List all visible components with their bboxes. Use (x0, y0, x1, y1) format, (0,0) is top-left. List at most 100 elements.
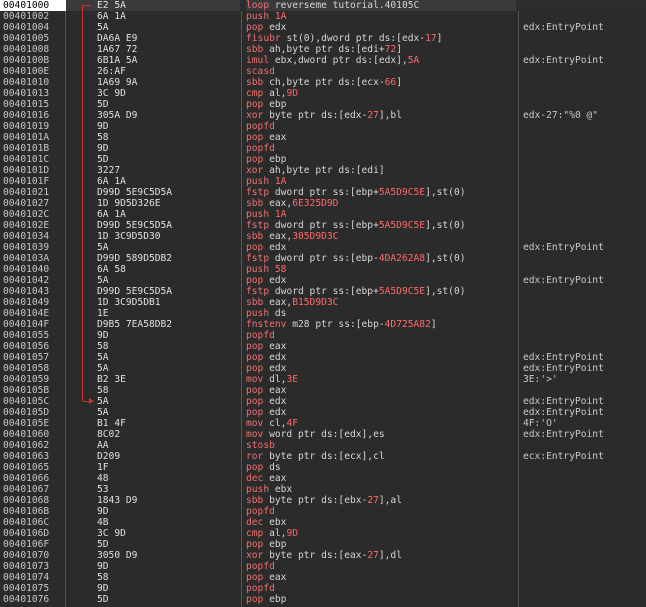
instruction-address[interactable]: 00401005 (0, 33, 66, 44)
instruction-disassembly[interactable]: popfd (246, 561, 516, 572)
instruction-comment[interactable]: edx:EntryPoint (523, 363, 646, 374)
instruction-address[interactable]: 00401067 (0, 484, 66, 495)
instruction-comment[interactable]: edx:EntryPoint (523, 429, 646, 440)
instruction-row[interactable]: 00401057 5A pop edx edx:EntryPoint (0, 352, 646, 363)
instruction-address[interactable]: 00401000 (0, 0, 66, 11)
instruction-disassembly[interactable]: sbb ch,byte ptr ds:[ecx-66] (246, 77, 516, 88)
instruction-disassembly[interactable]: fstp dword ptr ss:[ebp+5A5D9C5E],st(0) (246, 286, 516, 297)
instruction-bytes[interactable]: D99D 5E9C5D5A (66, 187, 240, 198)
instruction-address[interactable]: 00401066 (0, 473, 66, 484)
instruction-disassembly[interactable]: pop ebp (246, 539, 516, 550)
instruction-row[interactable]: 00401056 58 pop eax (0, 341, 646, 352)
instruction-comment[interactable]: 3E:'>' (523, 374, 646, 385)
instruction-disassembly[interactable]: push ds (246, 308, 516, 319)
instruction-address[interactable]: 00401060 (0, 429, 66, 440)
instruction-disassembly[interactable]: xor byte ptr ds:[eax-27],dl (246, 550, 516, 561)
instruction-bytes[interactable]: 9D (66, 330, 240, 341)
instruction-row[interactable]: 00401055 9D popfd (0, 330, 646, 341)
instruction-comment[interactable]: edx:EntryPoint (523, 352, 646, 363)
instruction-comment[interactable]: edx:EntryPoint (523, 242, 646, 253)
instruction-row[interactable]: 00401002 6A 1A push 1A (0, 11, 646, 22)
instruction-address[interactable]: 00401034 (0, 231, 66, 242)
instruction-row[interactable]: 00401034 1D 3C9D5D30 sbb eax,305D9D3C (0, 231, 646, 242)
instruction-address[interactable]: 0040104E (0, 308, 66, 319)
instruction-address[interactable]: 0040102C (0, 209, 66, 220)
instruction-bytes[interactable]: 9D (66, 506, 240, 517)
instruction-disassembly[interactable]: pop eax (246, 341, 516, 352)
instruction-row[interactable]: 00401059 B2 3E mov dl,3E 3E:'>' (0, 374, 646, 385)
instruction-row[interactable]: 0040105D 5A pop edx edx:EntryPoint (0, 407, 646, 418)
instruction-address[interactable]: 0040106F (0, 539, 66, 550)
instruction-address[interactable]: 00401040 (0, 264, 66, 275)
instruction-address[interactable]: 00401055 (0, 330, 66, 341)
instruction-disassembly[interactable]: pop eax (246, 132, 516, 143)
instruction-address[interactable]: 00401010 (0, 77, 66, 88)
instruction-address[interactable]: 0040100B (0, 55, 66, 66)
instruction-row[interactable]: 00401074 58 pop eax (0, 572, 646, 583)
instruction-address[interactable]: 0040105B (0, 385, 66, 396)
instruction-address[interactable]: 0040100E (0, 66, 66, 77)
instruction-bytes[interactable]: 9D (66, 121, 240, 132)
instruction-disassembly[interactable]: sbb eax,6E325D9D (246, 198, 516, 209)
instruction-comment[interactable]: edx:EntryPoint (523, 55, 646, 66)
instruction-row[interactable]: 00401075 9D popfd (0, 583, 646, 594)
instruction-bytes[interactable]: 1F (66, 462, 240, 473)
instruction-bytes[interactable]: 6A 1A (66, 209, 240, 220)
instruction-bytes[interactable]: 1A69 9A (66, 77, 240, 88)
instruction-bytes[interactable]: 6A 58 (66, 264, 240, 275)
instruction-address[interactable]: 00401013 (0, 88, 66, 99)
instruction-row[interactable]: 00401013 3C 9D cmp al,9D (0, 88, 646, 99)
instruction-bytes[interactable]: D99D 589D5DB2 (66, 253, 240, 264)
instruction-address[interactable]: 0040101B (0, 143, 66, 154)
instruction-address[interactable]: 00401016 (0, 110, 66, 121)
instruction-row[interactable]: 0040102C 6A 1A push 1A (0, 209, 646, 220)
instruction-disassembly[interactable]: cmp al,9D (246, 88, 516, 99)
instruction-disassembly[interactable]: pop eax (246, 572, 516, 583)
instruction-bytes[interactable]: 1843 D9 (66, 495, 240, 506)
instruction-comment[interactable]: 4F:'O' (523, 418, 646, 429)
instruction-address[interactable]: 00401002 (0, 11, 66, 22)
instruction-disassembly[interactable]: pop ebp (246, 99, 516, 110)
instruction-row[interactable]: 0040106F 5D pop ebp (0, 539, 646, 550)
instruction-address[interactable]: 0040105D (0, 407, 66, 418)
instruction-row[interactable]: 00401040 6A 58 push 58 (0, 264, 646, 275)
instruction-disassembly[interactable]: fstp dword ptr ss:[ebp+5A5D9C5E],st(0) (246, 220, 516, 231)
instruction-bytes[interactable]: 3C 9D (66, 88, 240, 99)
instruction-bytes[interactable]: 5A (66, 275, 240, 286)
instruction-disassembly[interactable]: pop ebp (246, 594, 516, 605)
instruction-address[interactable]: 00401073 (0, 561, 66, 572)
instruction-bytes[interactable]: 9D (66, 583, 240, 594)
instruction-row[interactable]: 00401010 1A69 9A sbb ch,byte ptr ds:[ecx-6… (0, 77, 646, 88)
instruction-row[interactable]: 0040101A 58 pop eax (0, 132, 646, 143)
instruction-bytes[interactable]: D99D 5E9C5D5A (66, 286, 240, 297)
instruction-row[interactable]: 0040106C 4B dec ebx (0, 517, 646, 528)
instruction-bytes[interactable]: 1D 3C9D5DB1 (66, 297, 240, 308)
instruction-disassembly[interactable]: popfd (246, 583, 516, 594)
instruction-address[interactable]: 00401068 (0, 495, 66, 506)
instruction-bytes[interactable]: 8C02 (66, 429, 240, 440)
instruction-row[interactable]: 00401062 AA stosb (0, 440, 646, 451)
instruction-row[interactable]: 00401000 E2 5A loop reverseme tutorial.401… (0, 0, 646, 11)
instruction-row[interactable]: 00401063 D209 ror byte ptr ds:[ecx],cl ecx:… (0, 451, 646, 462)
instruction-disassembly[interactable]: pop ebp (246, 154, 516, 165)
instruction-row[interactable]: 00401005 DA6A E9 fisubr st(0),dword ptr ds… (0, 33, 646, 44)
instruction-disassembly[interactable]: stosb (246, 440, 516, 451)
instruction-disassembly[interactable]: scasd (246, 66, 516, 77)
instruction-row[interactable]: 0040106D 3C 9D cmp al,9D (0, 528, 646, 539)
instruction-bytes[interactable]: B1 4F (66, 418, 240, 429)
instruction-disassembly[interactable]: sbb ah,byte ptr ds:[edi+72] (246, 44, 516, 55)
instruction-bytes[interactable]: 305A D9 (66, 110, 240, 121)
instruction-row[interactable]: 00401068 1843 D9 sbb byte ptr ds:[ebx-27],… (0, 495, 646, 506)
instruction-address[interactable]: 00401057 (0, 352, 66, 363)
instruction-disassembly[interactable]: popfd (246, 121, 516, 132)
instruction-address[interactable]: 00401015 (0, 99, 66, 110)
instruction-bytes[interactable]: 6B1A 5A (66, 55, 240, 66)
instruction-row[interactable]: 00401065 1F pop ds (0, 462, 646, 473)
instruction-row[interactable]: 00401042 5A pop edx edx:EntryPoint (0, 275, 646, 286)
instruction-address[interactable]: 0040101F (0, 176, 66, 187)
instruction-row[interactable]: 0040103A D99D 589D5DB2 fstp dword ptr ss:[… (0, 253, 646, 264)
instruction-address[interactable]: 00401059 (0, 374, 66, 385)
instruction-row[interactable]: 0040101B 9D popfd (0, 143, 646, 154)
instruction-comment[interactable]: edx:EntryPoint (523, 396, 646, 407)
instruction-disassembly[interactable]: pop ds (246, 462, 516, 473)
